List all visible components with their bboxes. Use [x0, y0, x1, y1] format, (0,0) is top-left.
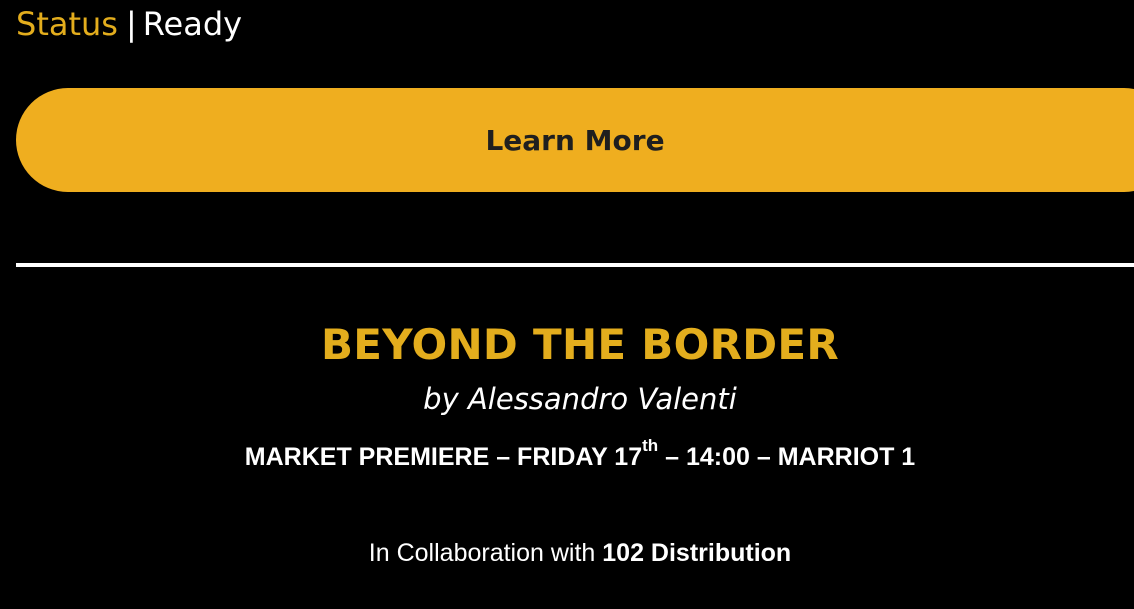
screening-date-suffix: th — [642, 436, 659, 455]
screening-details: – 14:00 – MARRIOT 1 — [658, 443, 916, 471]
screening-prefix: MARKET PREMIERE – FRIDAY 17 — [244, 443, 643, 471]
screening-info: MARKET PREMIERE – FRIDAY 17th – 14:00 – … — [0, 437, 1134, 474]
status-label: Status — [16, 5, 118, 43]
status-separator: | — [125, 5, 137, 43]
film-title: BEYOND THE BORDER — [320, 320, 840, 369]
status-line: Status | Ready — [16, 4, 242, 44]
page-canvas: Status | Ready Learn More BEYOND THE BORDE… — [0, 0, 1134, 609]
status-value: Ready — [142, 5, 243, 43]
film-author: by Alessandro Valenti — [423, 382, 737, 416]
section-divider — [16, 263, 1134, 267]
collaboration-line: In Collaboration with 102 Distribution — [0, 536, 1134, 570]
collaboration-prefix: In Collaboration with — [368, 539, 603, 567]
collaboration-partner: 102 Distribution — [602, 539, 792, 567]
learn-more-button[interactable]: Learn More — [16, 88, 1134, 192]
learn-more-label: Learn More — [485, 123, 665, 157]
